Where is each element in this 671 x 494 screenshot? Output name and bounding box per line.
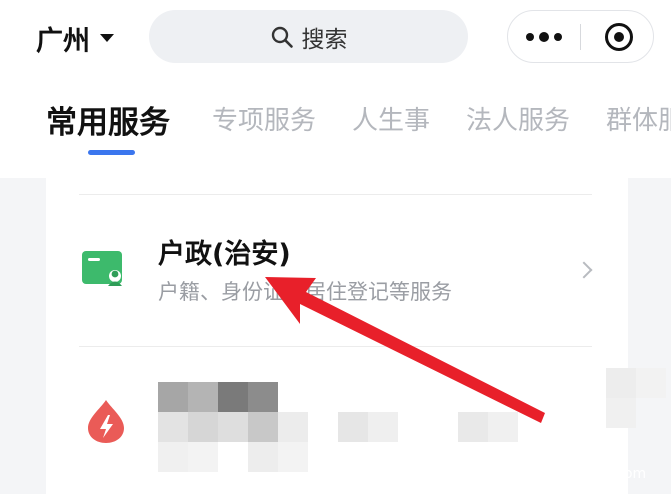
baidu-jingyan-watermark: Bai du 经验 jingyan.baidu.com [507, 418, 657, 494]
search-bar[interactable]: 搜索 [149, 10, 468, 63]
active-tab-indicator [88, 150, 135, 155]
tab-common-services[interactable]: 常用服务 [46, 97, 170, 142]
tab-corporate-services[interactable]: 法人服务 [466, 100, 570, 137]
tab-life-events[interactable]: 人生事 [352, 100, 430, 137]
flame-drop-icon [88, 400, 124, 443]
search-icon [271, 26, 293, 48]
target-icon [605, 22, 633, 51]
chevron-right-icon [575, 261, 593, 279]
watermark-logo: Bai du 经验 [517, 422, 627, 494]
service-tabs: 常用服务 专项服务 人生事 法人服务 群体服 [0, 100, 671, 144]
more-dot-icon [526, 32, 534, 41]
divider [79, 346, 592, 347]
close-mini-program-button[interactable] [584, 11, 654, 62]
watermark-url: jingyan.baidu.com [517, 466, 647, 482]
caret-down-icon [100, 34, 114, 42]
service-title: 户政(治安) [158, 239, 291, 270]
id-card-icon [82, 251, 122, 286]
search-label: 搜索 [301, 26, 348, 53]
service-item-household[interactable]: 户政(治安) 户籍、身份证、居住登记等服务 [46, 218, 628, 346]
tab-special-services[interactable]: 专项服务 [212, 100, 316, 137]
capsule-divider [580, 24, 581, 50]
city-label: 广州 [36, 25, 90, 57]
tab-group-services[interactable]: 群体服 [606, 100, 671, 137]
city-selector[interactable]: 广州 [36, 18, 114, 58]
more-options-button[interactable] [508, 11, 580, 62]
more-dot-icon [539, 31, 549, 42]
mini-program-capsule [507, 10, 654, 63]
service-subtitle: 户籍、身份证、居住登记等服务 [158, 280, 452, 304]
top-bar: 广州 搜索 常用服务 专项服务 人生事 法人服务 群体服 [0, 0, 671, 178]
more-dot-icon [554, 32, 562, 41]
divider [79, 194, 592, 195]
